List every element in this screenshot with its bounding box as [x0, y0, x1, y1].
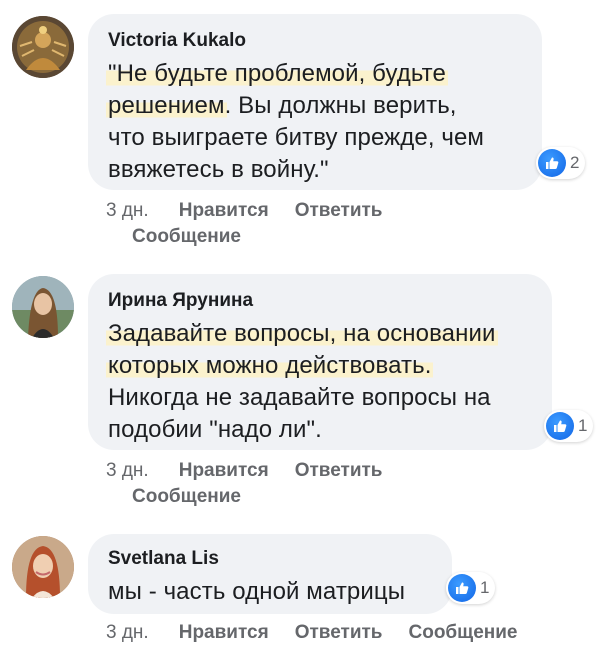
comment-text: Задавайте вопросы, на основании которых … — [106, 318, 532, 446]
text-line: Никогда не задавайте вопросы на — [108, 384, 491, 411]
highlighted-text: Задавайте вопросы, на основании — [106, 320, 498, 347]
reaction-summary[interactable]: 1 — [446, 572, 496, 604]
like-button[interactable]: Нравится — [179, 460, 269, 481]
comment-bubble: Victoria Kukalo "Не будьте проблемой, бу… — [88, 14, 542, 190]
reaction-count: 1 — [578, 416, 588, 435]
comment-author[interactable]: Victoria Kukalo — [108, 28, 522, 54]
avatar[interactable] — [12, 16, 74, 78]
comment-actions: 3 дн. Нравится Ответить Сообщение — [106, 620, 544, 646]
message-button[interactable]: Сообщение — [132, 486, 241, 507]
reaction-summary[interactable]: 1 — [544, 410, 594, 442]
avatar[interactable] — [12, 536, 74, 598]
like-button[interactable]: Нравится — [179, 200, 269, 221]
thumbs-up-icon — [546, 412, 574, 440]
highlighted-text: "Не будьте проблемой, будьте — [106, 60, 448, 87]
thumbs-up-icon — [538, 149, 566, 177]
text-line: ввяжетесь в войну." — [108, 156, 329, 183]
reaction-summary[interactable]: 2 — [536, 147, 586, 179]
text-line: что выиграете битву прежде, чем — [108, 124, 485, 151]
avatar-image — [12, 536, 74, 598]
comment-timestamp[interactable]: 3 дн. — [106, 460, 149, 481]
comment-text: "Не будьте проблемой, будьте решением. В… — [106, 58, 522, 186]
thumbs-up-icon — [448, 574, 476, 602]
reaction-count: 2 — [570, 153, 580, 172]
avatar-image — [12, 16, 74, 78]
avatar-image — [12, 276, 74, 338]
comment-author[interactable]: Ирина Ярунина — [108, 288, 532, 314]
like-button[interactable]: Нравится — [179, 622, 269, 643]
avatar[interactable] — [12, 276, 74, 338]
message-button[interactable]: Сообщение — [132, 226, 241, 247]
comment-bubble: Svetlana Lis мы - часть одной матрицы — [88, 534, 452, 614]
comment-actions: 3 дн. Нравится Ответить — [106, 458, 409, 484]
reply-button[interactable]: Ответить — [295, 460, 383, 481]
comment-text: мы - часть одной матрицы — [108, 576, 432, 608]
comment-timestamp[interactable]: 3 дн. — [106, 622, 149, 643]
reply-button[interactable]: Ответить — [295, 622, 383, 643]
comment-bubble: Ирина Ярунина Задавайте вопросы, на осно… — [88, 274, 552, 450]
comment-author[interactable]: Svetlana Lis — [108, 546, 432, 572]
comment-actions-row2: Сообщение — [132, 484, 267, 510]
highlighted-text: которых можно действовать. — [106, 352, 434, 379]
reaction-count: 1 — [480, 578, 490, 597]
message-button[interactable]: Сообщение — [409, 622, 518, 643]
highlighted-text: решением — [106, 92, 227, 119]
comment-timestamp[interactable]: 3 дн. — [106, 200, 149, 221]
comment-actions-row2: Сообщение — [132, 224, 267, 250]
text-line: подобии "надо ли". — [108, 416, 322, 443]
text-line: мы - часть одной матрицы — [108, 578, 406, 605]
comment-actions: 3 дн. Нравится Ответить — [106, 198, 409, 224]
reply-button[interactable]: Ответить — [295, 200, 383, 221]
text-line: . Вы должны верить, — [224, 92, 457, 119]
